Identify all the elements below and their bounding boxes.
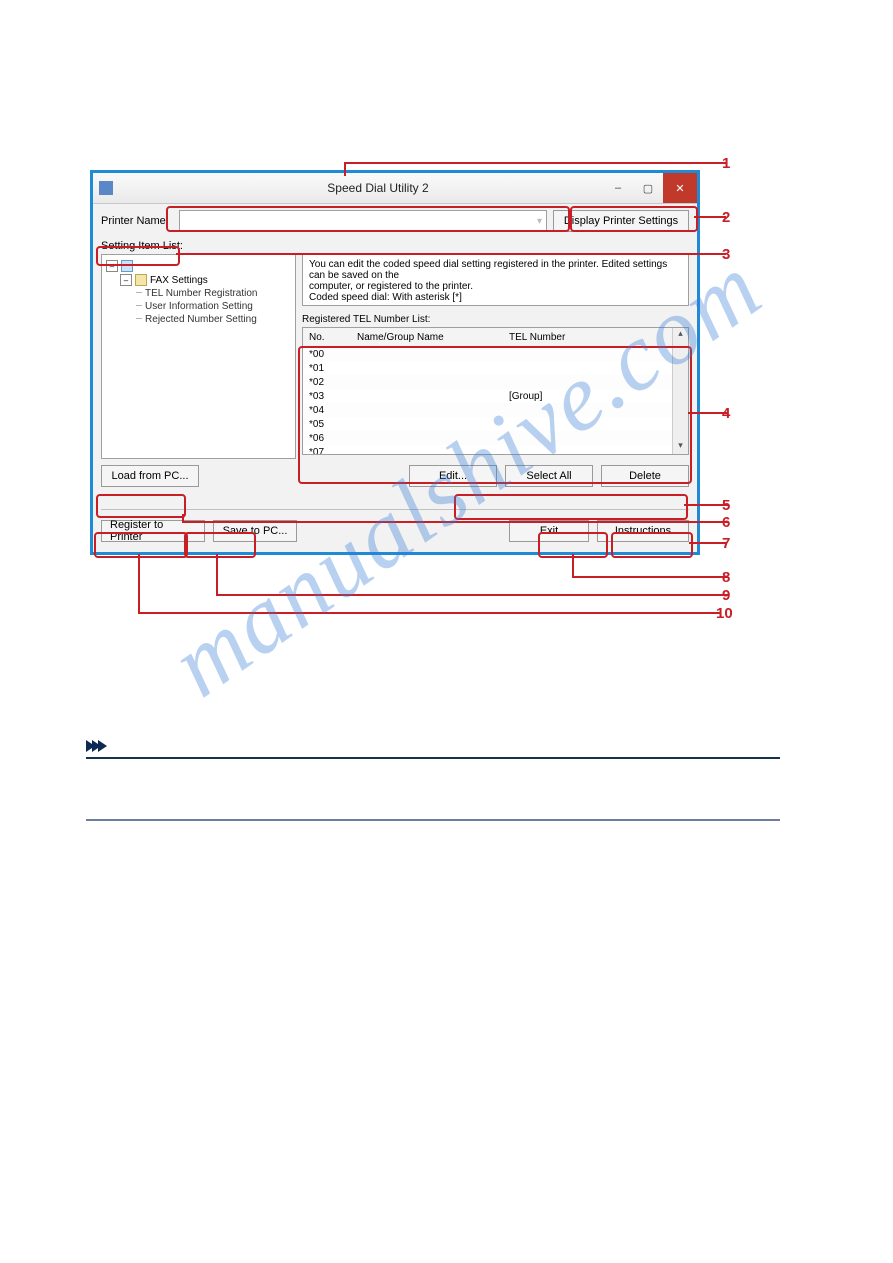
setting-item-list-label: Setting Item List: (101, 240, 689, 252)
description-box: You can edit the coded speed dial settin… (302, 254, 689, 306)
app-window: Speed Dial Utility 2 – ▢ ✕ Printer Name:… (90, 170, 700, 555)
callout-line (216, 594, 728, 596)
callout-line (216, 554, 218, 594)
rejected-number-node[interactable]: Rejected Number Setting (145, 314, 257, 325)
callout-3: 3 (722, 246, 730, 263)
callout-line (138, 554, 140, 612)
desc-line1: You can edit the coded speed dial settin… (309, 259, 682, 281)
fax-settings-node[interactable]: FAX Settings (150, 275, 208, 286)
scroll-down-icon[interactable]: ▾ (673, 440, 688, 454)
note-block (86, 740, 780, 821)
callout-line (138, 612, 720, 614)
tel-number-table[interactable]: No. Name/Group Name TEL Number *00 *01 *… (302, 327, 689, 455)
callout-line (572, 576, 728, 578)
save-to-pc-button[interactable]: Save to PC... (213, 520, 297, 542)
app-icon (99, 181, 113, 195)
callout-line (572, 554, 574, 576)
table-row[interactable]: *04 (303, 403, 688, 417)
chevron-down-icon: ▾ (537, 216, 542, 227)
delete-button[interactable]: Delete (601, 465, 689, 487)
col-no[interactable]: No. (303, 332, 351, 343)
table-header: No. Name/Group Name TEL Number (303, 328, 688, 347)
callout-4: 4 (722, 405, 730, 422)
tel-registration-node[interactable]: TEL Number Registration (145, 288, 257, 299)
col-tel[interactable]: TEL Number (503, 332, 635, 343)
setting-tree[interactable]: – –FAX Settings ┄TEL Number Registration… (101, 254, 296, 459)
callout-8: 8 (722, 569, 730, 586)
callout-7: 7 (722, 535, 730, 552)
callout-line (344, 162, 727, 164)
close-button[interactable]: ✕ (663, 173, 697, 203)
callout-10: 10 (716, 605, 733, 622)
registered-list-label: Registered TEL Number List: (302, 314, 689, 325)
col-name[interactable]: Name/Group Name (351, 332, 503, 343)
note-divider-bottom (86, 819, 780, 821)
scrollbar[interactable]: ▴ ▾ (672, 328, 688, 454)
instructions-button[interactable]: Instructions (597, 520, 689, 542)
edit-button[interactable]: Edit... (409, 465, 497, 487)
user-info-node[interactable]: User Information Setting (145, 301, 253, 312)
register-to-printer-button[interactable]: Register to Printer (101, 520, 205, 542)
load-from-pc-button[interactable]: Load from PC... (101, 465, 199, 487)
folder-icon (135, 274, 147, 286)
table-row[interactable]: *01 (303, 361, 688, 375)
table-row[interactable]: *05 (303, 417, 688, 431)
exit-button[interactable]: Exit (509, 520, 589, 542)
table-row[interactable]: *06 (303, 431, 688, 445)
note-divider-top (86, 757, 780, 759)
table-row[interactable]: *07 (303, 445, 688, 455)
desc-line2: computer, or registered to the printer. (309, 281, 682, 292)
display-printer-settings-button[interactable]: Display Printer Settings (553, 210, 689, 232)
minimize-button[interactable]: – (603, 173, 633, 203)
select-all-button[interactable]: Select All (505, 465, 593, 487)
callout-9: 9 (722, 587, 730, 604)
callout-6: 6 (722, 514, 730, 531)
tree-collapse-icon[interactable]: – (120, 274, 132, 286)
maximize-button[interactable]: ▢ (633, 173, 663, 203)
tree-collapse-icon[interactable]: – (106, 260, 118, 272)
printer-name-label: Printer Name: (101, 215, 179, 227)
printer-icon (121, 260, 133, 272)
title-bar: Speed Dial Utility 2 – ▢ ✕ (93, 173, 697, 204)
callout-1: 1 (722, 155, 730, 172)
table-row[interactable]: *02 (303, 375, 688, 389)
callout-5: 5 (722, 497, 730, 514)
printer-select[interactable]: ▾ (179, 210, 547, 232)
note-arrows-icon (86, 740, 104, 752)
table-row[interactable]: *03[Group] (303, 389, 688, 403)
table-row[interactable]: *00 (303, 347, 688, 361)
callout-2: 2 (722, 209, 730, 226)
scroll-up-icon[interactable]: ▴ (673, 328, 688, 342)
desc-line3: Coded speed dial: With asterisk [*] (309, 292, 682, 303)
